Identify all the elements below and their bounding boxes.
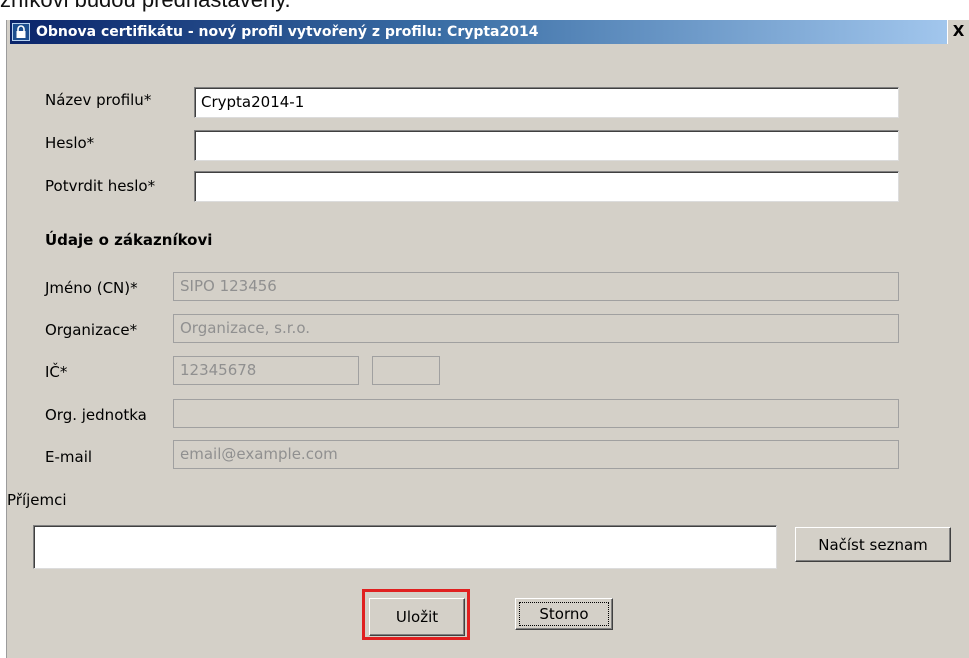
load-list-button-label[interactable]: Načíst seznam bbox=[800, 532, 946, 557]
org-unit-field bbox=[173, 399, 899, 428]
email-label: E-mail bbox=[45, 448, 93, 466]
org-unit-label: Org. jednotka bbox=[45, 406, 147, 424]
recipients-input[interactable] bbox=[33, 525, 777, 569]
load-list-button[interactable]: Načíst seznam bbox=[795, 527, 951, 562]
recipients-label: Příjemci bbox=[7, 491, 67, 509]
ic-field: 12345678 bbox=[173, 356, 359, 385]
close-icon[interactable]: X bbox=[953, 22, 965, 40]
background-document-text: zníkovi budou přednastaveny. bbox=[0, 0, 291, 12]
organization-label: Organizace* bbox=[45, 321, 138, 339]
dialog-titlebar: Obnova certifikátu - nový profil vytvoře… bbox=[10, 20, 969, 44]
password-input[interactable] bbox=[194, 130, 899, 161]
ic-suffix-field bbox=[372, 356, 440, 385]
close-button[interactable]: X bbox=[947, 20, 969, 44]
password-label: Heslo* bbox=[45, 134, 95, 152]
confirm-password-input[interactable] bbox=[194, 171, 899, 202]
certificate-renewal-dialog: Obnova certifikátu - nový profil vytvoře… bbox=[6, 20, 969, 658]
profile-name-label: Název profilu* bbox=[45, 91, 152, 109]
ic-label: IČ* bbox=[45, 363, 68, 381]
save-button-highlight bbox=[362, 589, 470, 640]
profile-name-input[interactable]: Crypta2014-1 bbox=[194, 87, 899, 118]
email-field: email@example.com bbox=[173, 440, 899, 469]
cn-field: SIPO 123456 bbox=[173, 272, 899, 301]
organization-field: Organizace, s.r.o. bbox=[173, 314, 899, 343]
app-icon bbox=[12, 23, 30, 41]
confirm-password-label: Potvrdit heslo* bbox=[45, 177, 156, 195]
cn-label: Jméno (CN)* bbox=[45, 279, 138, 297]
dialog-title: Obnova certifikátu - nový profil vytvoře… bbox=[36, 24, 539, 40]
customer-section-title: Údaje o zákazníkovi bbox=[45, 231, 213, 249]
cancel-button[interactable]: Storno bbox=[515, 598, 613, 630]
cancel-button-label[interactable]: Storno bbox=[519, 602, 609, 626]
